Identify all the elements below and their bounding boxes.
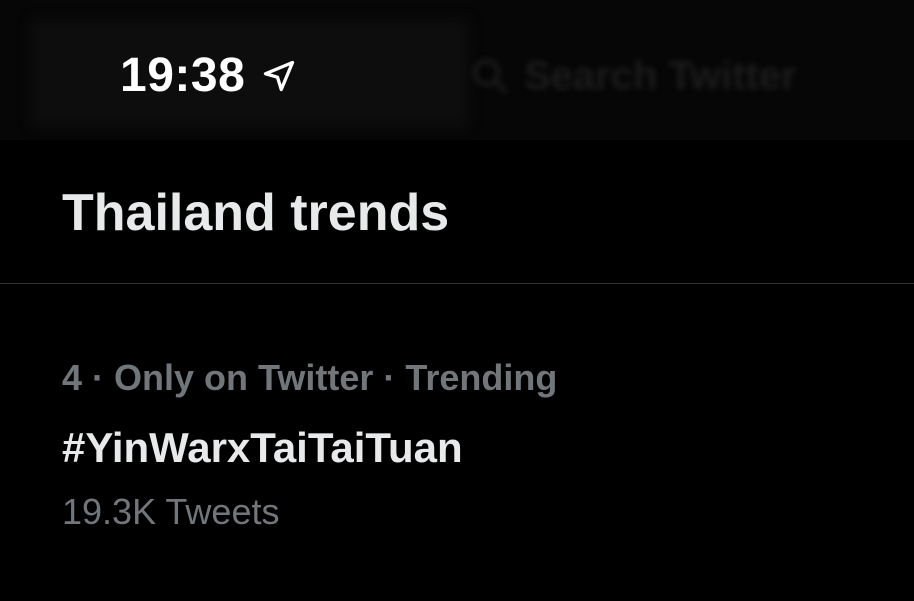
status-clock: 19:38 [120, 50, 297, 102]
trend-item[interactable]: 4 · Only on Twitter · Trending #YinWarxT… [0, 284, 914, 601]
trend-meta: 4 · Only on Twitter · Trending [62, 357, 558, 398]
blurred-search-bar: Search Twitter [470, 48, 797, 104]
status-bar: Search Twitter 19:38 [0, 0, 914, 140]
search-placeholder: Search Twitter [524, 53, 797, 98]
clock-time: 19:38 [120, 49, 246, 102]
search-icon [472, 58, 508, 94]
trend-tweet-count: 19.3K Tweets [62, 491, 280, 532]
location-arrow-icon [264, 60, 295, 92]
section-title: Thailand trends [62, 184, 450, 242]
trend-hashtag[interactable]: #YinWarxTaiTaiTuan [62, 422, 463, 474]
